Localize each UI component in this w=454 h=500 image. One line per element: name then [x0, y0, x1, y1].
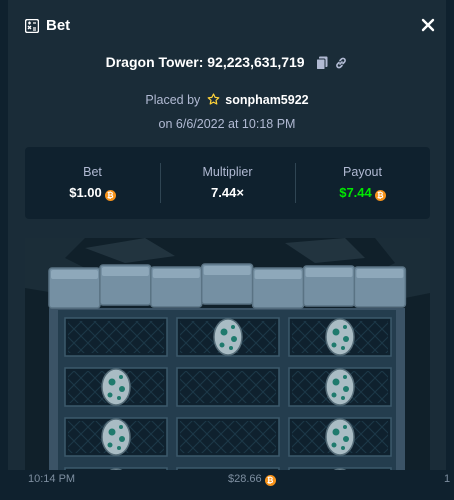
empty-cell	[176, 367, 280, 407]
dragon-egg-icon	[101, 368, 131, 406]
stat-multiplier: Multiplier 7.44×	[160, 147, 295, 219]
egg-cell	[288, 367, 392, 407]
empty-cell	[176, 417, 280, 457]
footer-amount: $28.66 ₿	[228, 473, 276, 486]
background-footer: 10:14 PM $28.66 ₿ 1	[0, 470, 454, 500]
stat-payout-label: Payout	[343, 165, 382, 179]
stat-bet: Bet $1.00 ₿	[25, 147, 160, 219]
tower-stone-highlight	[305, 268, 353, 277]
tower-stone-highlight	[101, 267, 149, 276]
btc-coin-icon: ₿	[374, 190, 386, 201]
stat-bet-value: $1.00	[69, 185, 102, 200]
egg-cell	[64, 367, 168, 407]
tower-stone-highlight	[356, 269, 404, 278]
stats-panel: Bet $1.00 ₿ Multiplier 7.44× Payout $7.44…	[25, 147, 430, 219]
modal-title: Bet	[46, 17, 71, 34]
tower-stone-highlight	[254, 270, 302, 279]
star-icon	[207, 93, 220, 105]
dragon-egg-icon	[213, 318, 243, 356]
placed-by: Placed by sonpham5922	[145, 93, 309, 107]
egg-cell	[176, 317, 280, 357]
stat-multiplier-label: Multiplier	[202, 165, 253, 179]
stat-multiplier-value: 7.44×	[211, 185, 244, 200]
btc-coin-icon: ₿	[104, 190, 116, 201]
empty-cell	[64, 317, 168, 357]
footer-time: 10:14 PM	[28, 473, 76, 485]
stat-bet-label: Bet	[83, 165, 102, 179]
tower-stone-highlight	[152, 269, 200, 278]
tower-graphic	[25, 238, 430, 470]
stat-payout: Payout $7.44 ₿	[295, 147, 430, 219]
link-icon[interactable]	[334, 56, 348, 70]
dragon-egg-icon	[101, 418, 131, 456]
dragon-tower-board	[25, 238, 430, 470]
bet-date: on 6/6/2022 at 10:18 PM	[158, 117, 296, 131]
bet-modal: Bet Dragon Tower: 92,223,631,719 Placed …	[8, 0, 446, 470]
copy-icon[interactable]	[316, 56, 328, 71]
bet-slip-icon	[25, 19, 39, 33]
egg-cell	[288, 417, 392, 457]
egg-cell	[64, 417, 168, 457]
modal-header: Bet	[8, 0, 446, 52]
close-icon[interactable]	[419, 15, 437, 35]
tower-stone-highlight	[51, 270, 98, 279]
stat-payout-value: $7.44	[339, 185, 372, 200]
footer-time-2: 1	[444, 473, 451, 485]
dragon-egg-icon	[325, 368, 355, 406]
tower-stone-highlight	[203, 266, 251, 275]
game-title: Dragon Tower: 92,223,631,719	[8, 53, 446, 71]
dragon-egg-icon	[325, 318, 355, 356]
dragon-egg-icon	[325, 418, 355, 456]
username[interactable]: sonpham5922	[225, 93, 308, 107]
btc-coin-icon: ₿	[264, 475, 276, 486]
egg-cell	[288, 317, 392, 357]
